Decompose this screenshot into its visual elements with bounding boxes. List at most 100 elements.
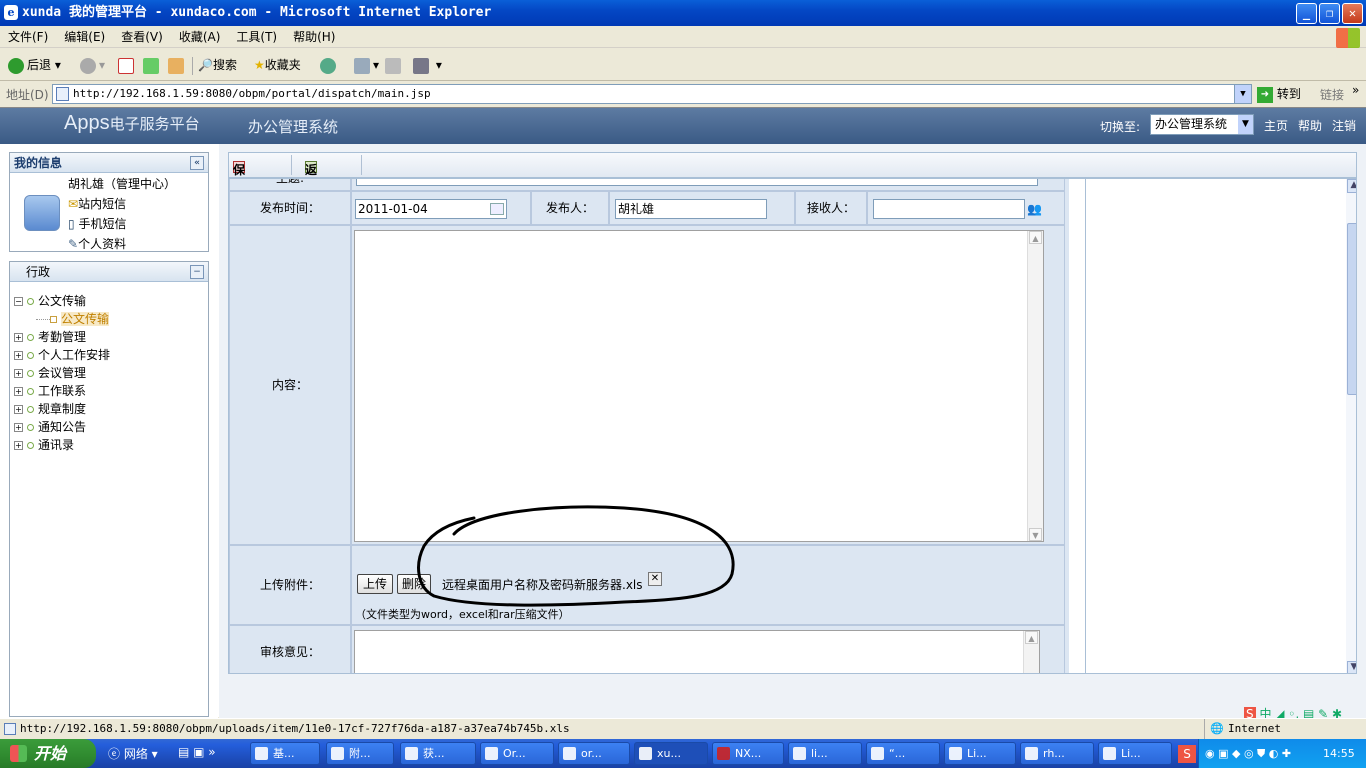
task-button-active[interactable]: xu...: [634, 742, 708, 765]
scroll-up-icon[interactable]: ▲: [1347, 179, 1356, 193]
chevron-right-icon[interactable]: »: [1352, 83, 1359, 97]
system-select[interactable]: 办公管理系统 ▼: [1150, 114, 1254, 135]
profile-link[interactable]: ✎个人资料: [68, 235, 126, 252]
receiver-input[interactable]: [873, 199, 1025, 219]
stop-icon: [118, 57, 134, 74]
task-button[interactable]: or...: [558, 742, 630, 765]
home-link[interactable]: 主页: [1264, 117, 1288, 134]
menu-file[interactable]: 文件(F): [0, 26, 56, 48]
phone-icon: ▯: [68, 217, 75, 231]
window-title: xunda 我的管理平台 - xundaco.com - Microsoft I…: [22, 5, 492, 20]
menu-favorites[interactable]: 收藏(A): [171, 26, 229, 48]
task-button[interactable]: Li...: [1098, 742, 1172, 765]
internal-message-link[interactable]: ✉站内短信: [68, 195, 126, 212]
app-icon: [1025, 747, 1038, 760]
menu-tools[interactable]: 工具(T): [228, 26, 285, 48]
tree-item-meeting[interactable]: + 会议管理: [14, 364, 204, 382]
tree-item-doc-transfer[interactable]: − 公文传输: [14, 292, 204, 310]
scroll-down-icon[interactable]: ▼: [1029, 528, 1042, 541]
review-textarea[interactable]: ▲: [354, 630, 1040, 673]
node-icon: [50, 316, 57, 323]
task-button[interactable]: 获...: [400, 742, 476, 765]
task-button[interactable]: Li...: [944, 742, 1016, 765]
address-dropdown-icon[interactable]: ▼: [1234, 85, 1251, 103]
browser-toolbar: 后退 ▾ ▾ 🔎搜索 ★收藏夹 ▾ ▾: [0, 49, 1366, 81]
task-button[interactable]: Or...: [480, 742, 554, 765]
tree-item-doc-transfer-child[interactable]: 公文传输: [14, 310, 204, 328]
restore-button[interactable]: ❐: [1319, 3, 1340, 24]
publish-date-input[interactable]: 2011-01-04: [355, 199, 507, 219]
help-link[interactable]: 帮助: [1298, 117, 1322, 134]
search-button[interactable]: 🔎搜索: [198, 55, 237, 75]
quicklaunch-icons[interactable]: ▤ ▣ »: [178, 745, 216, 759]
tree-item-work-contact[interactable]: + 工作联系: [14, 382, 204, 400]
tree-item-attendance[interactable]: + 考勤管理: [14, 328, 204, 346]
back-button[interactable]: 后退 ▾: [8, 55, 61, 75]
select-users-icon[interactable]: 👥: [1027, 202, 1043, 216]
tree-item-rules[interactable]: + 规章制度: [14, 400, 204, 418]
subject-input[interactable]: [356, 179, 1038, 186]
my-info-header: 我的信息 «: [10, 153, 208, 173]
minimize-button[interactable]: _: [1296, 3, 1317, 24]
app-header: Apps电子服务平台 办公管理系统 切换至: 办公管理系统 ▼ 主页 帮助 注销: [0, 108, 1366, 144]
favorites-button[interactable]: ★收藏夹: [254, 55, 301, 75]
task-button[interactable]: “...: [866, 742, 940, 765]
review-scrollbar[interactable]: ▲: [1023, 631, 1039, 673]
page-scrollbar[interactable]: ▲ ▼: [1346, 179, 1356, 673]
start-button[interactable]: 开始: [0, 739, 96, 768]
content-textarea[interactable]: ▲ ▼: [354, 230, 1044, 542]
calendar-icon[interactable]: [490, 203, 504, 215]
menu-edit[interactable]: 编辑(E): [56, 26, 113, 48]
scroll-thumb[interactable]: [1347, 223, 1356, 395]
task-button[interactable]: 基...: [250, 742, 320, 765]
plus-icon[interactable]: +: [14, 333, 23, 342]
stop-button[interactable]: [118, 55, 137, 75]
menu-help[interactable]: 帮助(H): [285, 26, 343, 48]
plus-icon[interactable]: +: [14, 423, 23, 432]
close-button[interactable]: ✕: [1342, 3, 1363, 24]
content-scrollbar[interactable]: ▲ ▼: [1027, 231, 1043, 541]
go-button[interactable]: ➜ 转到: [1257, 85, 1301, 103]
app-icon: [255, 747, 268, 760]
edit-button[interactable]: ▾: [413, 55, 442, 75]
task-button[interactable]: rh...: [1020, 742, 1094, 765]
mail-button[interactable]: ▾: [354, 55, 379, 75]
history-button[interactable]: [320, 55, 339, 75]
sms-link[interactable]: ▯ 手机短信: [68, 215, 126, 232]
publish-time-label: 发布时间：: [229, 191, 351, 225]
sogou-task-icon[interactable]: S: [1178, 745, 1196, 763]
upload-button[interactable]: 上传: [357, 574, 393, 594]
tray-icons[interactable]: ◉ ▣ ◆ ◎ ⛊ ◐ ✚: [1205, 739, 1291, 768]
minus-icon[interactable]: −: [14, 297, 23, 306]
tree-item-contacts[interactable]: + 通讯录: [14, 436, 204, 454]
print-button[interactable]: [385, 55, 404, 75]
task-button[interactable]: 附...: [326, 742, 394, 765]
chevron-down-icon: ▼: [1238, 115, 1253, 134]
task-button[interactable]: li...: [788, 742, 862, 765]
plus-icon[interactable]: +: [14, 387, 23, 396]
quicklaunch-network[interactable]: ⓔ 网络 ▾: [108, 745, 158, 762]
plus-icon[interactable]: +: [14, 369, 23, 378]
forward-button[interactable]: ▾: [80, 55, 105, 75]
tree-item-notices[interactable]: + 通知公告: [14, 418, 204, 436]
publisher-input[interactable]: 胡礼雄: [615, 199, 767, 219]
address-input[interactable]: http://192.168.1.59:8080/obpm/portal/dis…: [52, 84, 1252, 104]
nav-panel: 行政 − − 公文传输 公文传输 + 考勤管理 + 个人工作安排 + 会议管理 + 工作联系…: [9, 261, 209, 717]
tree-item-schedule[interactable]: + 个人工作安排: [14, 346, 204, 364]
toolbar-divider: [361, 155, 362, 175]
menu-view[interactable]: 查看(V): [113, 26, 171, 48]
task-button[interactable]: NX...: [712, 742, 784, 765]
collapse-icon[interactable]: −: [190, 265, 204, 279]
logout-link[interactable]: 注销: [1332, 117, 1356, 134]
refresh-button[interactable]: [143, 55, 162, 75]
plus-icon[interactable]: +: [14, 351, 23, 360]
links-label[interactable]: 链接: [1320, 86, 1344, 103]
collapse-left-icon[interactable]: «: [190, 156, 204, 170]
home-button[interactable]: [168, 55, 187, 75]
app-logo: Apps电子服务平台: [64, 112, 200, 134]
plus-icon[interactable]: +: [14, 441, 23, 450]
scroll-down-icon[interactable]: ▼: [1347, 661, 1356, 673]
scroll-up-icon[interactable]: ▲: [1025, 631, 1038, 644]
plus-icon[interactable]: +: [14, 405, 23, 414]
scroll-up-icon[interactable]: ▲: [1029, 231, 1042, 244]
